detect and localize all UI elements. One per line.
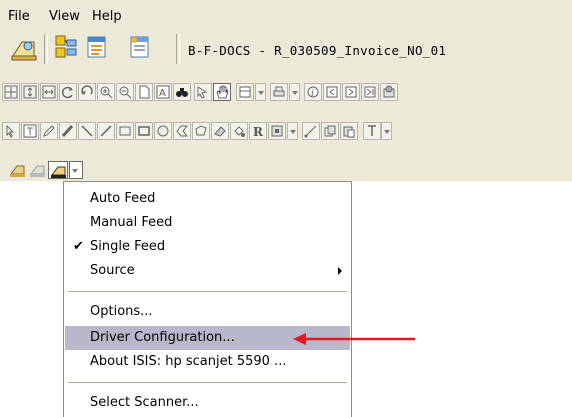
red-arrow-icon	[293, 333, 415, 345]
